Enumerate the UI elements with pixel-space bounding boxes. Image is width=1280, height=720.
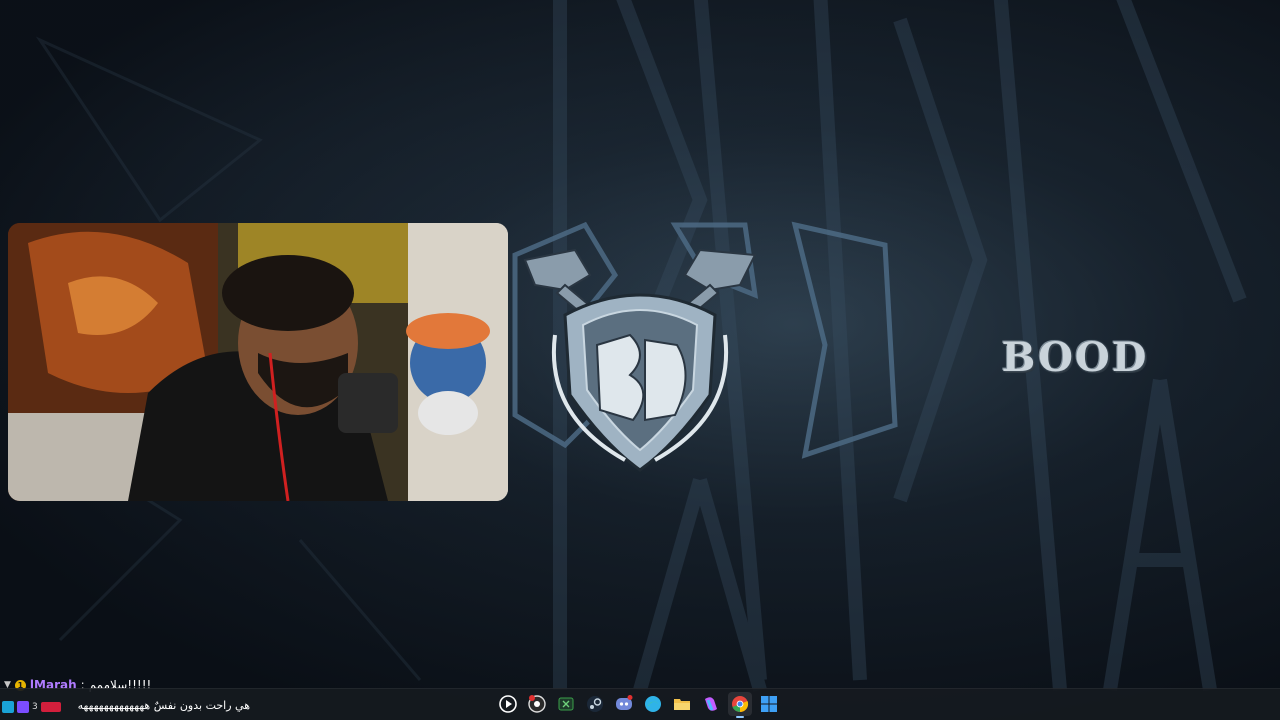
webcam-overlay: [8, 223, 508, 501]
chrome-icon[interactable]: [728, 692, 752, 718]
copilot-icon[interactable]: [699, 692, 723, 716]
bood-shield-emblem-icon: [512, 221, 898, 472]
steam-icon[interactable]: [583, 692, 607, 716]
obs-record-icon[interactable]: [525, 692, 549, 716]
app-tray-icon[interactable]: [2, 701, 14, 713]
stream-scene: BOOD ▼ 1 lMarah : سلاممم!!!!! 3 هي راحت …: [0, 0, 1280, 720]
live-badge-icon: [40, 702, 61, 712]
file-explorer-icon[interactable]: [670, 692, 694, 716]
app-tray-icon[interactable]: [17, 701, 29, 713]
chat-message-text-2: هي راحت بدون نفسٌ هههههههههههههه: [77, 699, 250, 712]
discord-icon[interactable]: [612, 692, 636, 716]
xbox-icon[interactable]: [554, 692, 578, 716]
webcam-scene-illustration: [8, 223, 508, 501]
tray-count-label: 3: [32, 702, 38, 712]
start-menu-icon[interactable]: [757, 692, 781, 716]
taskbar-pinned-apps: [496, 692, 781, 718]
taskbar-tray-left: 3: [2, 699, 61, 715]
edge-icon[interactable]: [641, 692, 665, 716]
media-player-icon[interactable]: [496, 692, 520, 716]
brand-wordmark: BOOD: [1001, 334, 1149, 381]
